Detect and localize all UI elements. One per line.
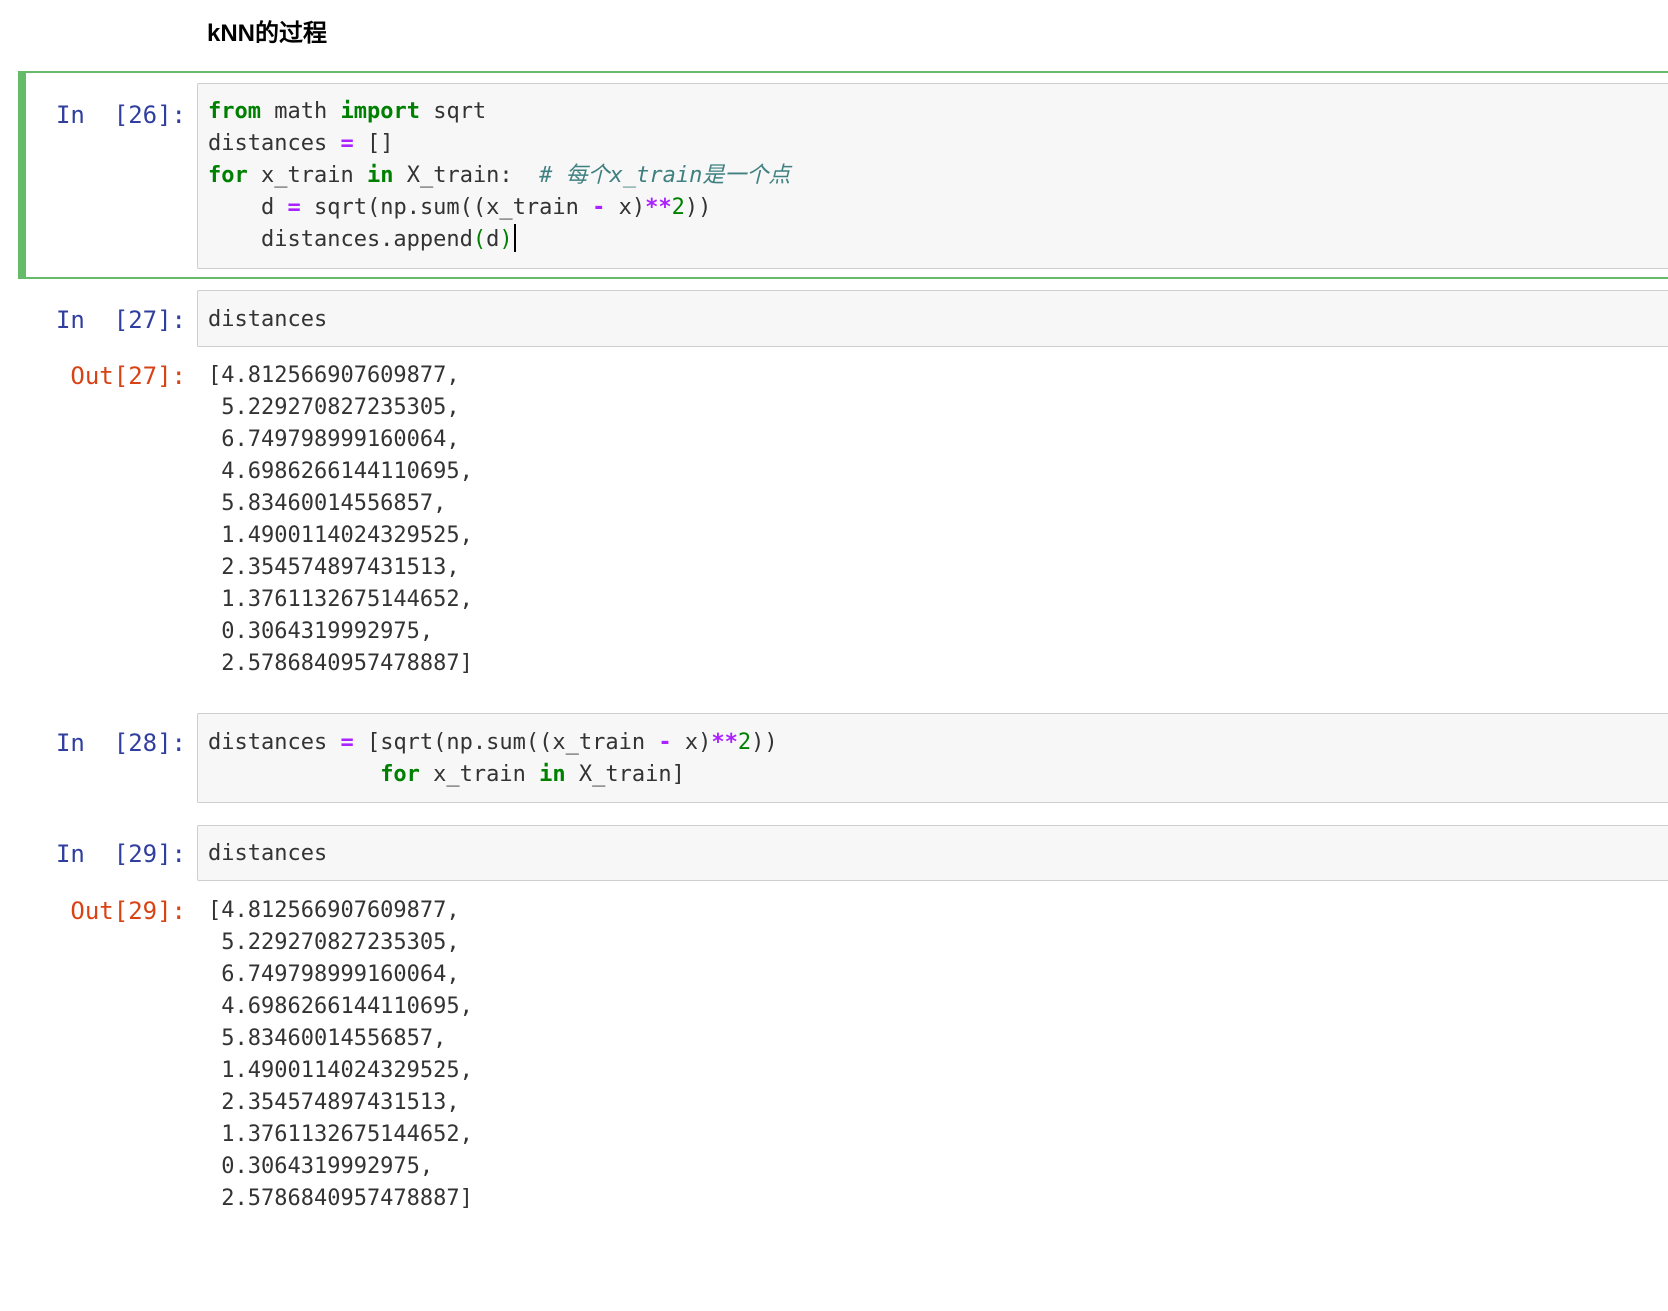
out-prompt-29: Out[29]: xyxy=(70,897,186,925)
code-text-26[interactable]: from math import sqrt distances = [] for… xyxy=(208,96,790,256)
code-token: x_train xyxy=(247,163,367,188)
code-token: [sqrt(np.sum((x_train xyxy=(353,730,659,755)
code-token: 2 xyxy=(737,730,752,755)
code-token: = xyxy=(287,195,301,220)
code-cell-27[interactable]: In [27]: distances Out[27]: [4.812566907… xyxy=(18,290,1668,690)
in-prompt-29: In [29]: xyxy=(55,840,186,868)
code-token: d xyxy=(208,195,288,220)
code-cell-28[interactable]: In [28]: distances = [sqrt(np.sum((x_tra… xyxy=(18,713,1668,803)
code-token: in xyxy=(366,163,394,188)
code-cell-26[interactable]: In [26]: from math import sqrt distances… xyxy=(18,71,1668,279)
code-token: import xyxy=(340,99,420,124)
out-prompt-27: Out[27]: xyxy=(70,362,186,390)
in-prompt-28: In [28]: xyxy=(55,729,186,757)
code-token: )) xyxy=(751,730,778,755)
code-token: 2 xyxy=(671,195,685,220)
output-text-29: [4.812566907609877, 5.229270827235305, 6… xyxy=(208,898,473,1211)
code-token: x_train xyxy=(419,762,540,787)
code-token: distances xyxy=(208,307,328,332)
code-token: distances xyxy=(208,730,341,755)
code-token: distances.append xyxy=(208,227,473,252)
code-editor-29[interactable]: distances xyxy=(197,825,1668,881)
code-token: = xyxy=(340,730,354,755)
code-token: [] xyxy=(353,131,394,156)
code-token: from xyxy=(208,99,261,124)
code-token: distances xyxy=(208,131,341,156)
code-token: ** xyxy=(645,195,672,220)
code-token: sqrt(np.sum((x_train xyxy=(300,195,593,220)
code-token: ( xyxy=(472,227,487,252)
code-token: # 每个x_train是一个点 xyxy=(539,163,791,188)
code-token: for xyxy=(208,163,248,188)
code-text-28[interactable]: distances = [sqrt(np.sum((x_train - x)**… xyxy=(208,727,778,791)
code-cell-29[interactable]: In [29]: distances Out[29]: [4.812566907… xyxy=(18,825,1668,1225)
code-token: X_train] xyxy=(565,762,685,787)
code-editor-26[interactable]: from math import sqrt distances = [] for… xyxy=(197,83,1668,269)
code-token: sqrt xyxy=(419,99,487,124)
code-token: ** xyxy=(711,730,738,755)
code-token: - xyxy=(658,730,672,755)
code-token: - xyxy=(592,195,606,220)
code-token: in xyxy=(539,762,566,787)
code-token: ) xyxy=(499,227,513,252)
in-prompt-27: In [27]: xyxy=(55,306,186,334)
code-token: math xyxy=(260,99,341,124)
code-text-27[interactable]: distances xyxy=(208,304,327,336)
code-token: distances xyxy=(208,841,328,866)
code-token: X_train: xyxy=(393,163,540,188)
code-text-29[interactable]: distances xyxy=(208,838,327,870)
code-token: for xyxy=(380,762,420,787)
text-cursor xyxy=(513,224,516,252)
code-token: d xyxy=(486,227,500,252)
code-editor-28[interactable]: distances = [sqrt(np.sum((x_train - x)**… xyxy=(197,713,1668,803)
output-text-27: [4.812566907609877, 5.229270827235305, 6… xyxy=(208,363,473,676)
code-token: )) xyxy=(684,195,712,220)
code-editor-27[interactable]: distances xyxy=(197,290,1668,347)
in-prompt-26: In [26]: xyxy=(55,101,186,129)
markdown-heading: kNN的过程 xyxy=(207,20,328,47)
code-token: x) xyxy=(605,195,646,220)
code-token: x) xyxy=(671,730,712,755)
code-token: = xyxy=(340,131,354,156)
